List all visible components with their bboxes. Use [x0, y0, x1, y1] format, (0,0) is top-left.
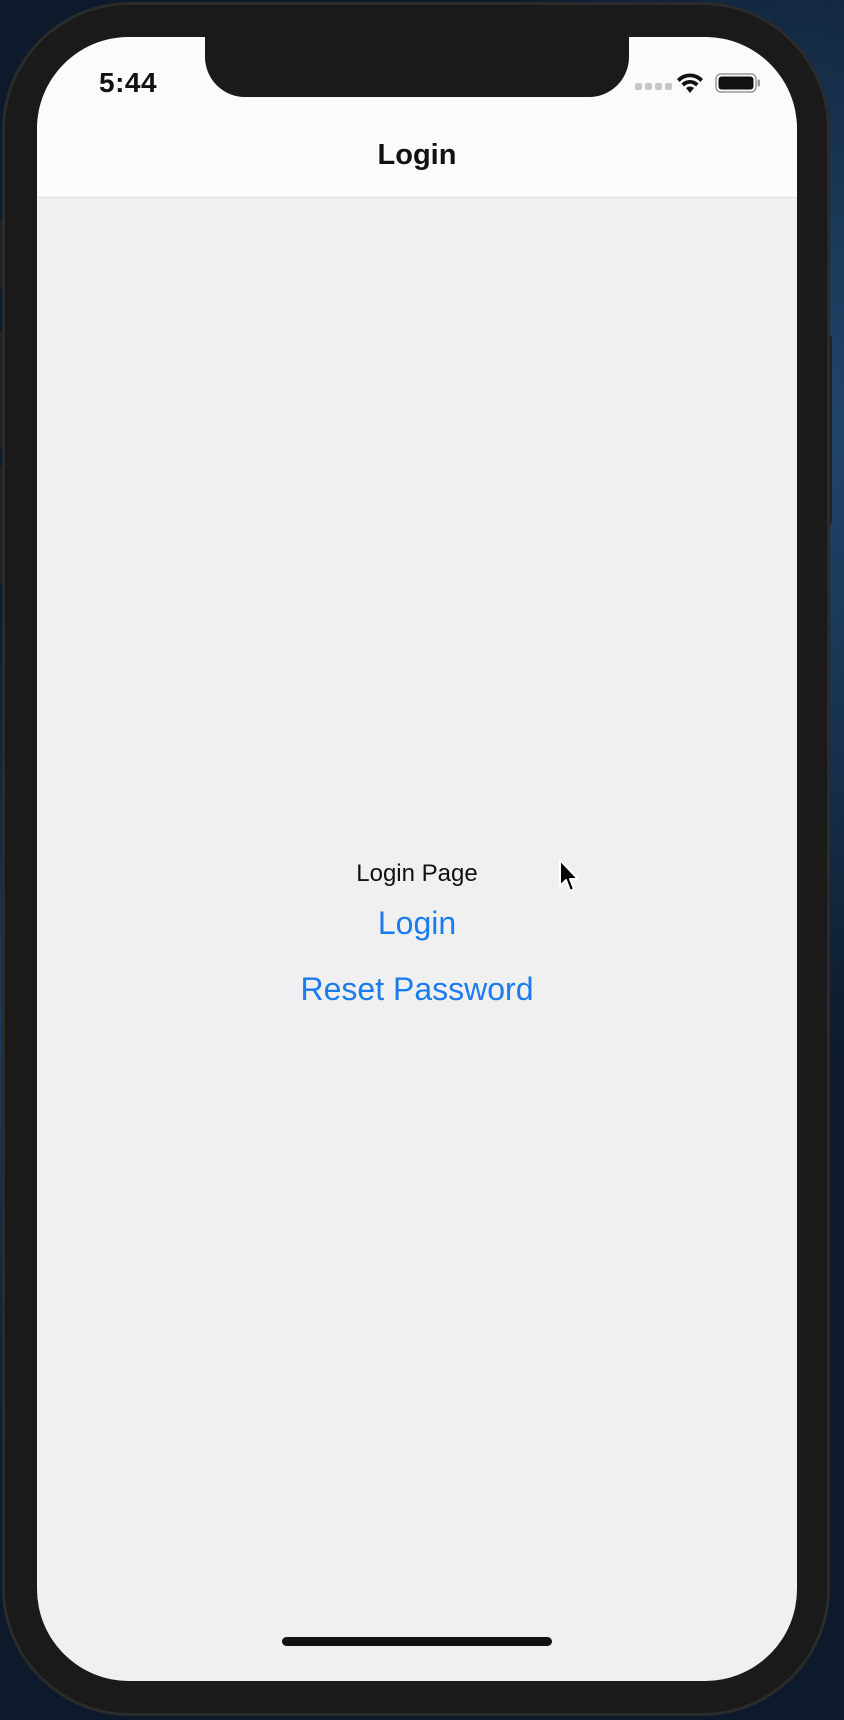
- login-content: Login Page Login Reset Password: [37, 857, 797, 1009]
- home-indicator[interactable]: [282, 1637, 552, 1646]
- wifi-icon: [677, 73, 703, 93]
- reset-password-button[interactable]: Reset Password: [301, 969, 534, 1009]
- page-title: Login: [377, 139, 457, 171]
- mouse-cursor-icon: [559, 859, 579, 892]
- status-time: 5:44: [99, 67, 158, 98]
- status-icons: [635, 71, 775, 97]
- device-notch: [205, 37, 629, 97]
- navigation-bar: 5:44 Login: [37, 37, 797, 198]
- page-label: Login Page: [356, 860, 478, 887]
- battery-icon: [715, 73, 760, 93]
- signal-icon: [635, 83, 672, 90]
- phone-screen: 5:44 Login Login Page Login Reset Passwo…: [37, 37, 797, 1681]
- login-button[interactable]: Login: [378, 903, 456, 943]
